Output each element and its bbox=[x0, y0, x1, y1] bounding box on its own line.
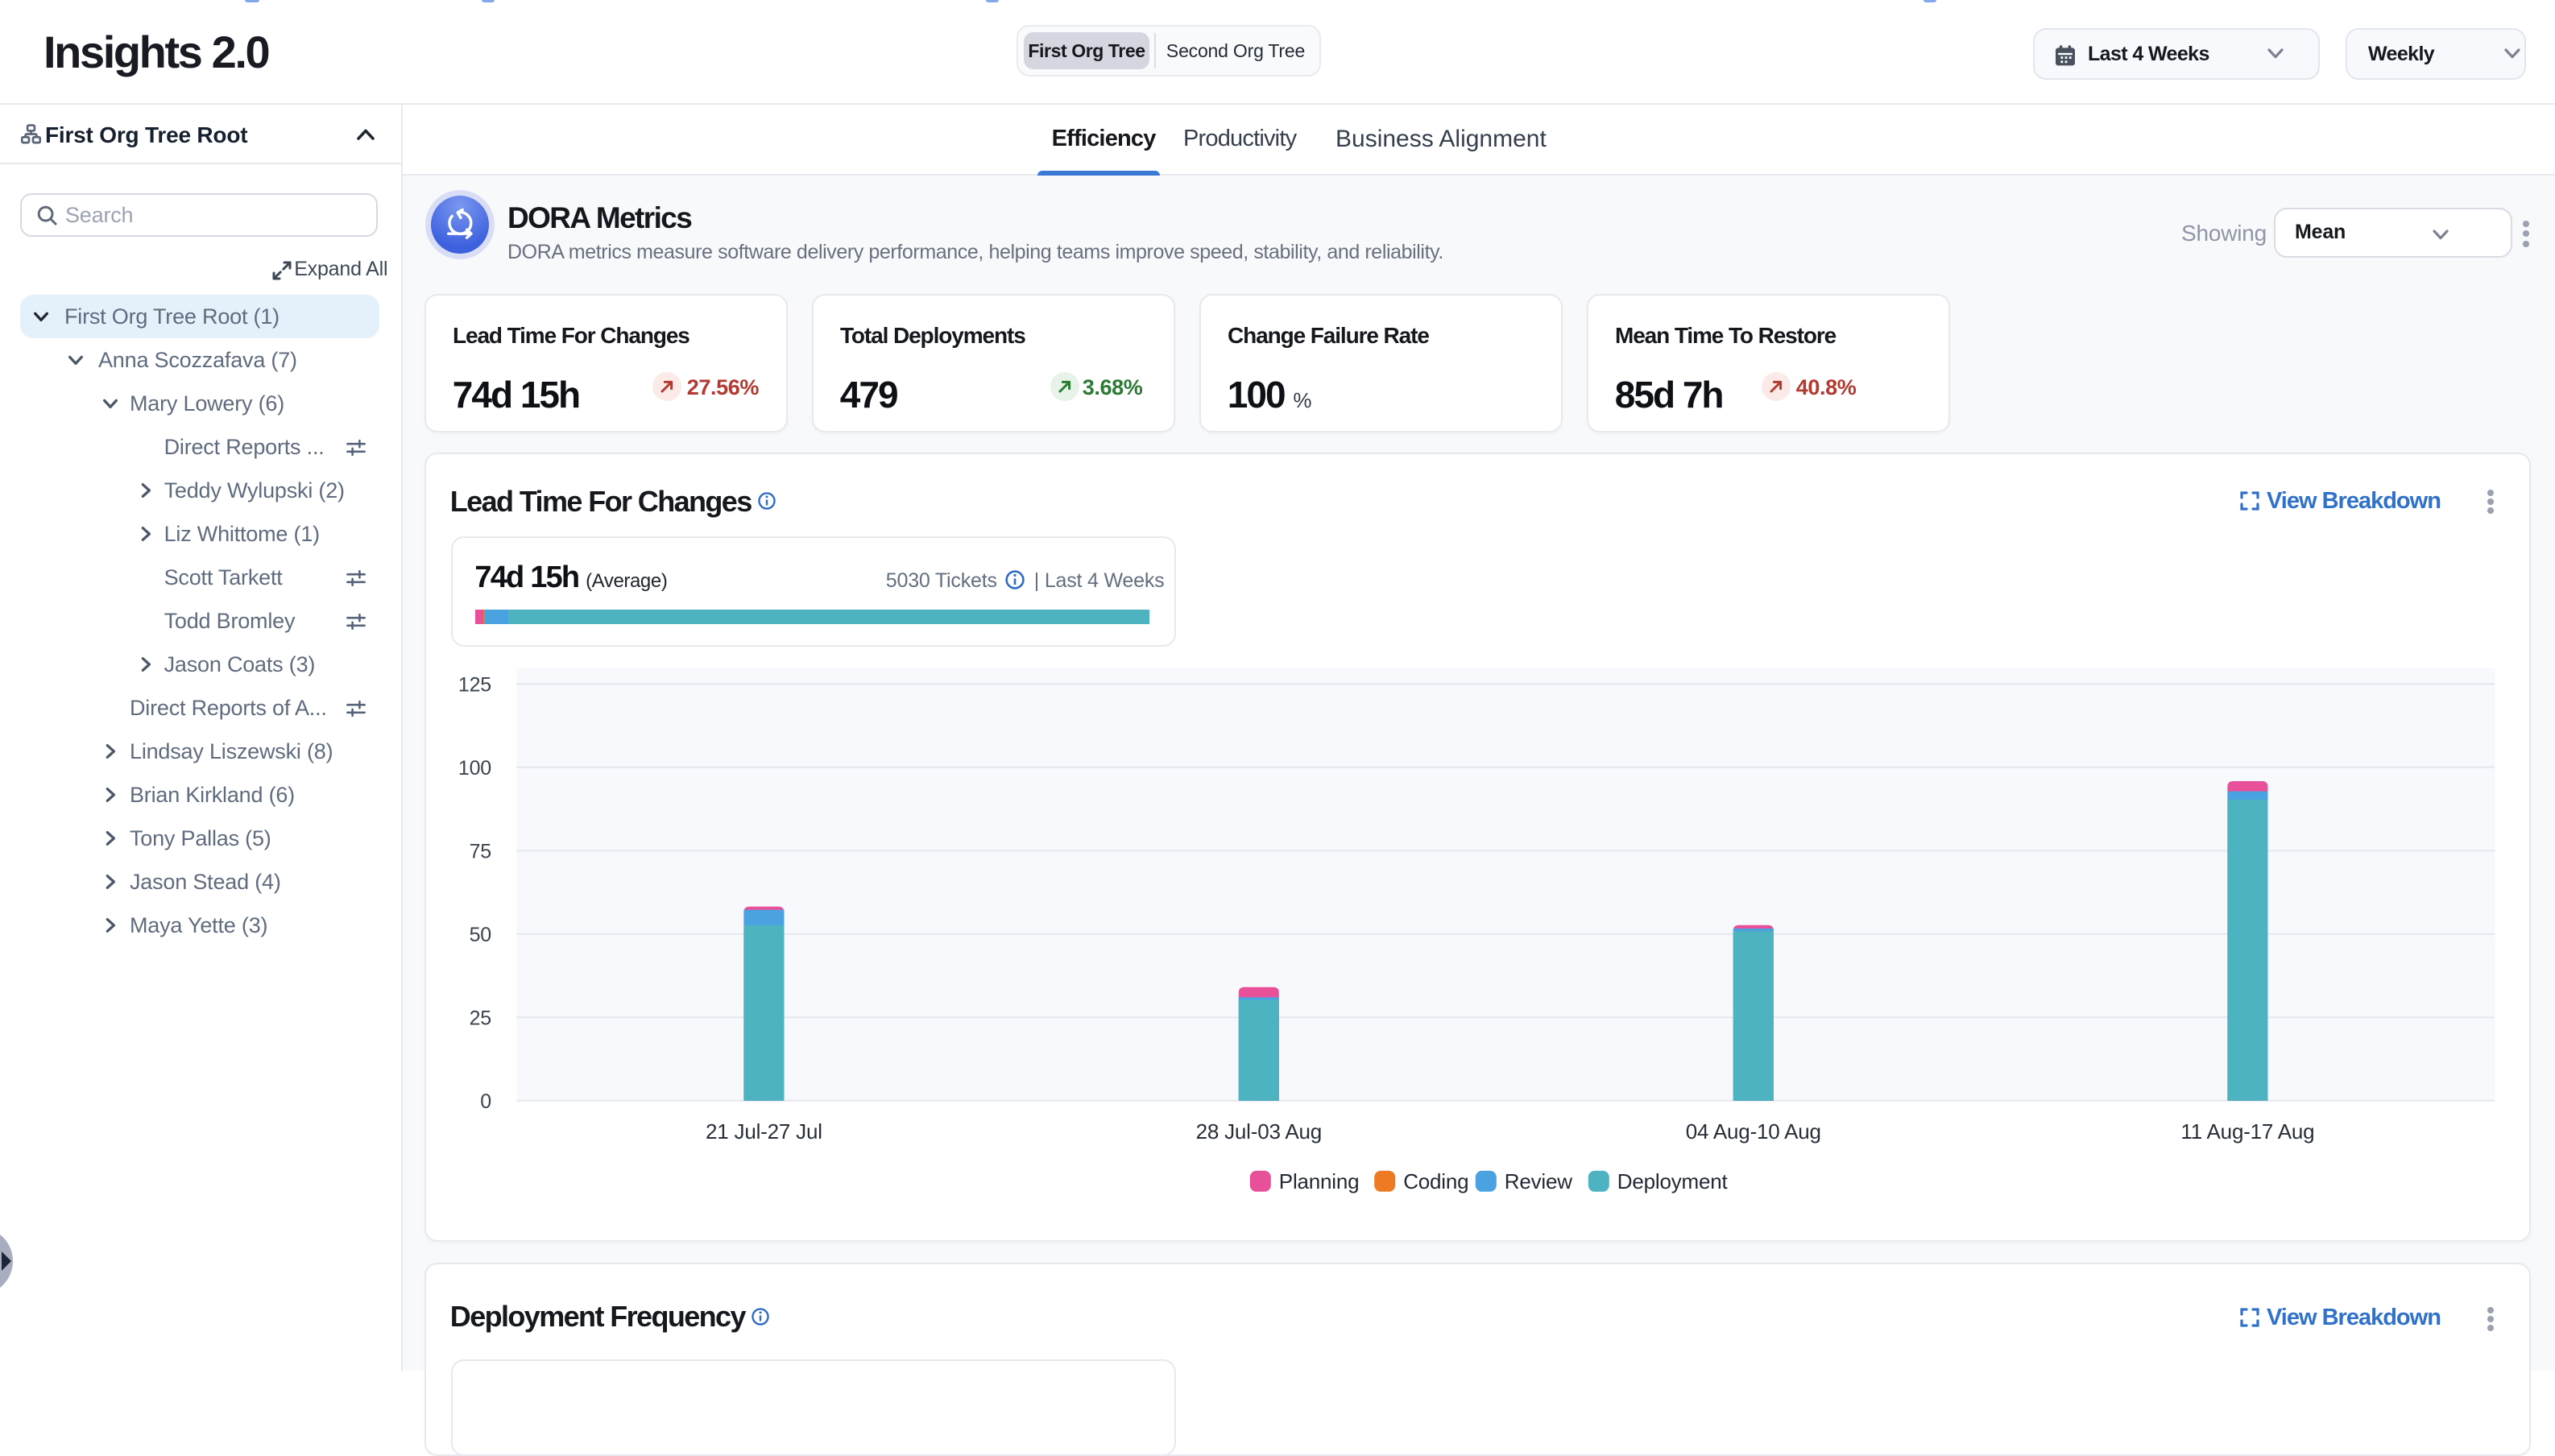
svg-text:0: 0 bbox=[480, 1090, 491, 1112]
svg-text:50: 50 bbox=[469, 923, 491, 945]
svg-text:Deployment: Deployment bbox=[1617, 1169, 1729, 1193]
svg-text:Planning: Planning bbox=[1279, 1169, 1360, 1193]
svg-text:100: 100 bbox=[458, 756, 491, 779]
svg-text:11 Aug-17 Aug: 11 Aug-17 Aug bbox=[2180, 1119, 2314, 1144]
svg-text:21 Jul-27 Jul: 21 Jul-27 Jul bbox=[706, 1119, 822, 1144]
svg-text:28 Jul-03 Aug: 28 Jul-03 Aug bbox=[1195, 1119, 1321, 1144]
svg-text:25: 25 bbox=[469, 1007, 491, 1029]
svg-text:Coding: Coding bbox=[1403, 1169, 1468, 1193]
svg-text:125: 125 bbox=[458, 673, 491, 696]
svg-text:75: 75 bbox=[469, 840, 491, 862]
svg-text:04 Aug-10 Aug: 04 Aug-10 Aug bbox=[1686, 1119, 1821, 1144]
svg-text:Review: Review bbox=[1505, 1169, 1572, 1193]
